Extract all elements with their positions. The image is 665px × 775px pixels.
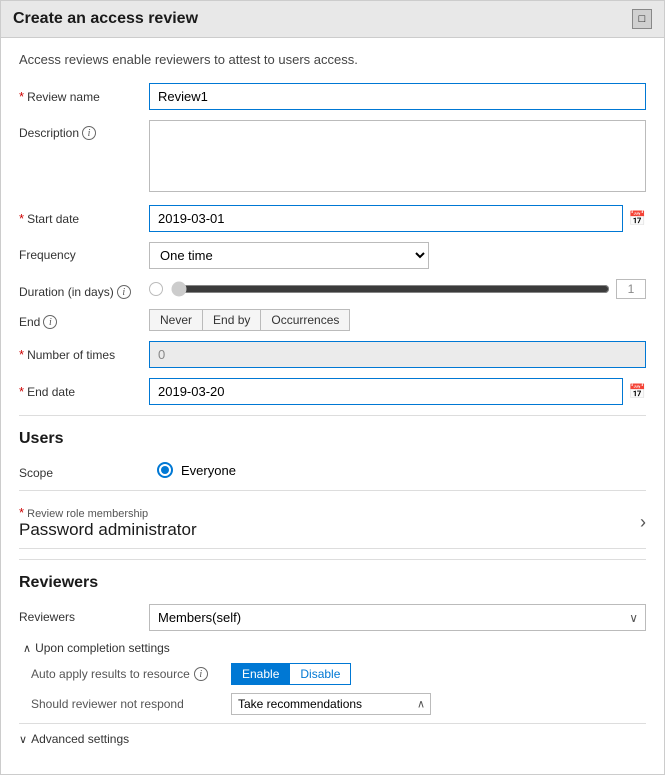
not-respond-select[interactable]: Take recommendations No change Remove ac… xyxy=(231,693,431,715)
number-of-times-control xyxy=(149,341,646,368)
advanced-toggle-caret: ∨ xyxy=(19,733,27,746)
role-label: * Review role membership xyxy=(19,505,197,520)
required-star: * xyxy=(19,89,24,104)
scope-value: Everyone xyxy=(181,463,236,478)
number-of-times-input[interactable] xyxy=(149,341,646,368)
required-star-end: * xyxy=(19,384,24,399)
duration-radio[interactable] xyxy=(149,282,163,296)
description-row: Description i xyxy=(19,120,646,195)
completion-toggle[interactable]: ∧ Upon completion settings xyxy=(23,641,646,655)
number-of-times-label: * Number of times xyxy=(19,341,149,362)
frequency-label: Frequency xyxy=(19,242,149,262)
start-date-label: * Start date xyxy=(19,205,149,226)
frequency-control: One time Weekly Monthly Quarterly Semi-a… xyxy=(149,242,646,269)
role-content: * Review role membership Password admini… xyxy=(19,505,197,540)
description-info-icon[interactable]: i xyxy=(82,126,96,140)
end-buttons: Never End by Occurrences xyxy=(149,309,646,331)
start-date-control: 📅 xyxy=(149,205,646,232)
divider-2 xyxy=(19,490,646,491)
review-name-label: * Review name xyxy=(19,83,149,104)
scope-radio-dot xyxy=(161,466,169,474)
duration-info-icon[interactable]: i xyxy=(117,285,131,299)
end-occurrences-button[interactable]: Occurrences xyxy=(261,309,350,331)
end-label: End i xyxy=(19,309,149,329)
end-date-calendar-icon[interactable]: 📅 xyxy=(629,383,646,400)
start-date-calendar-icon[interactable]: 📅 xyxy=(629,210,646,227)
end-date-input[interactable] xyxy=(149,378,623,405)
reviewers-label: Reviewers xyxy=(19,604,149,624)
auto-apply-label: Auto apply results to resource i xyxy=(31,667,231,681)
divider-1 xyxy=(19,415,646,416)
duration-value: 1 xyxy=(616,279,646,299)
number-of-times-row: * Number of times xyxy=(19,341,646,368)
scope-radio[interactable] xyxy=(157,462,173,478)
end-row: End i Never End by Occurrences xyxy=(19,309,646,331)
end-date-label: * End date xyxy=(19,378,149,399)
review-name-control xyxy=(149,83,646,110)
start-date-input[interactable] xyxy=(149,205,623,232)
reviewers-section-title: Reviewers xyxy=(19,574,646,596)
title-bar: Create an access review □ xyxy=(1,1,664,38)
review-name-row: * Review name xyxy=(19,83,646,110)
auto-apply-enable-button[interactable]: Enable xyxy=(231,663,290,685)
advanced-settings-toggle[interactable]: ∨ Advanced settings xyxy=(19,723,646,746)
form-content: Access reviews enable reviewers to attes… xyxy=(1,38,664,760)
role-chevron-icon: › xyxy=(640,512,646,533)
role-value: Password administrator xyxy=(19,520,197,540)
end-never-button[interactable]: Never xyxy=(149,309,203,331)
scope-label: Scope xyxy=(19,460,149,480)
frequency-select[interactable]: One time Weekly Monthly Quarterly Semi-a… xyxy=(149,242,429,269)
auto-apply-row: Auto apply results to resource i Enable … xyxy=(23,663,646,685)
auto-apply-disable-button[interactable]: Disable xyxy=(290,663,351,685)
end-date-row: * End date 📅 xyxy=(19,378,646,405)
duration-slider[interactable] xyxy=(171,281,610,297)
start-date-row: * Start date 📅 xyxy=(19,205,646,232)
duration-control: 1 xyxy=(149,279,646,299)
not-respond-row: Should reviewer not respond Take recomme… xyxy=(23,693,646,715)
not-respond-label: Should reviewer not respond xyxy=(31,697,231,711)
end-info-icon[interactable]: i xyxy=(43,315,57,329)
auto-apply-toggle: Enable Disable xyxy=(231,663,351,685)
completion-toggle-caret: ∧ xyxy=(23,642,31,655)
description-label: Description i xyxy=(19,120,149,140)
required-star-num: * xyxy=(19,347,24,362)
duration-slider-container: 1 xyxy=(171,279,646,299)
window-title: Create an access review xyxy=(13,10,198,28)
advanced-toggle-label: Advanced settings xyxy=(31,732,129,746)
create-access-review-window: Create an access review □ Access reviews… xyxy=(0,0,665,775)
required-star-start: * xyxy=(19,211,24,226)
subtitle-text: Access reviews enable reviewers to attes… xyxy=(19,52,646,67)
maximize-button[interactable]: □ xyxy=(632,9,652,29)
role-row[interactable]: * Review role membership Password admini… xyxy=(19,497,646,549)
duration-row: Duration (in days) i 1 xyxy=(19,279,646,299)
auto-apply-info-icon[interactable]: i xyxy=(194,667,208,681)
completion-toggle-label: Upon completion settings xyxy=(35,641,170,655)
duration-label: Duration (in days) i xyxy=(19,279,149,299)
scope-row: Scope Everyone xyxy=(19,460,646,480)
review-name-input[interactable] xyxy=(149,83,646,110)
description-control xyxy=(149,120,646,195)
end-by-button[interactable]: End by xyxy=(203,309,261,331)
frequency-row: Frequency One time Weekly Monthly Quarte… xyxy=(19,242,646,269)
completion-section: ∧ Upon completion settings Auto apply re… xyxy=(19,641,646,715)
divider-3 xyxy=(19,559,646,560)
not-respond-select-wrapper: Take recommendations No change Remove ac… xyxy=(231,693,431,715)
reviewers-row: Reviewers Members(self) Selected users M… xyxy=(19,604,646,631)
users-section-title: Users xyxy=(19,430,646,452)
reviewers-select[interactable]: Members(self) Selected users Managers xyxy=(149,604,646,631)
reviewers-select-wrapper: Members(self) Selected users Managers xyxy=(149,604,646,631)
end-date-control: 📅 xyxy=(149,378,646,405)
description-input[interactable] xyxy=(149,120,646,192)
end-control: Never End by Occurrences xyxy=(149,309,646,331)
